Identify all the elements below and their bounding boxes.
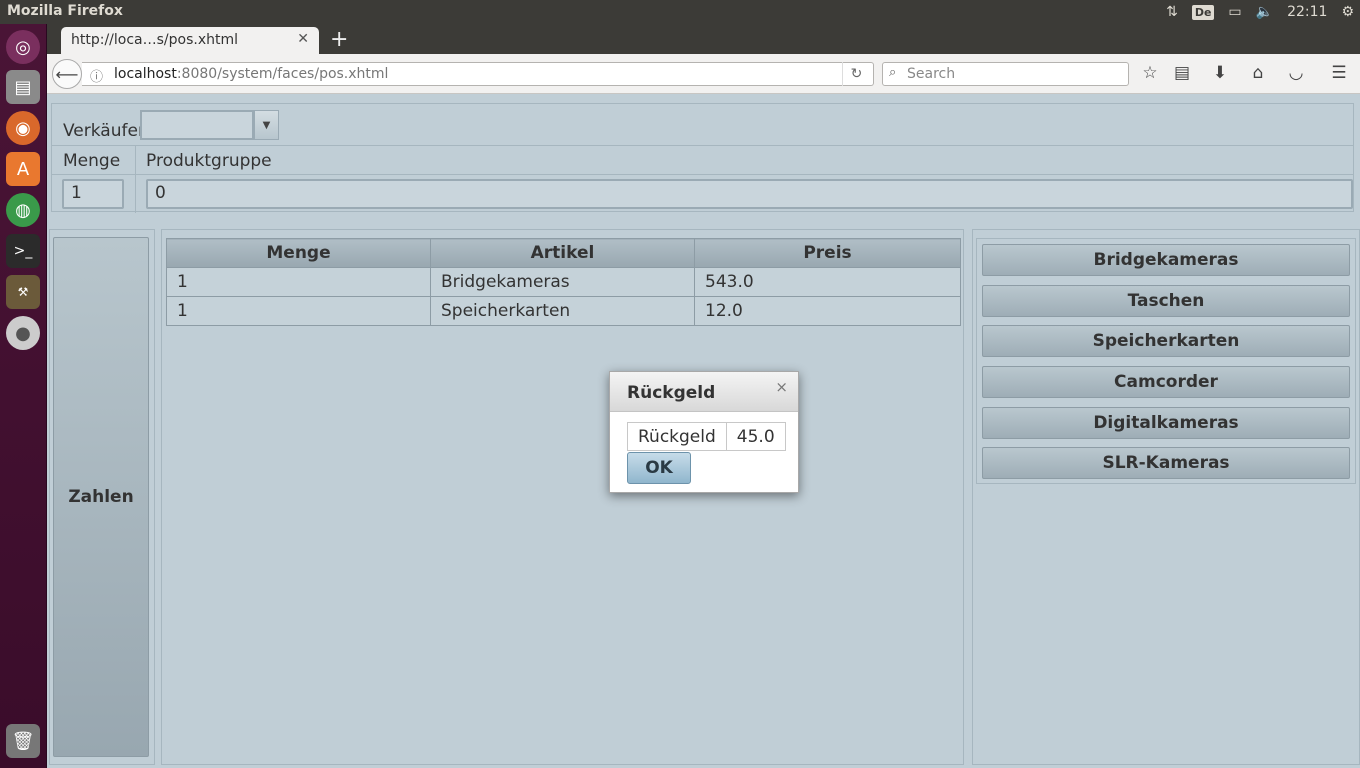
cart-panel: Menge Artikel Preis 1 Bridgekameras 543.…	[161, 229, 964, 765]
group-button-digitalkameras[interactable]: Digitalkameras	[982, 407, 1350, 439]
files-icon[interactable]: ▤	[6, 70, 40, 104]
column-header-article[interactable]: Artikel	[430, 238, 695, 268]
battery-icon[interactable]: ▭	[1228, 4, 1241, 20]
grid-divider	[52, 145, 1353, 146]
software-center-icon[interactable]: A	[6, 152, 40, 186]
chrome-icon[interactable]: ◍	[6, 193, 40, 227]
group-button-bridgekameras[interactable]: Bridgekameras	[982, 244, 1350, 276]
url-path: :8080/system/faces/pos.xhtml	[176, 66, 389, 82]
cell-article: Speicherkarten	[430, 296, 695, 326]
back-arrow-icon[interactable]: ⟵	[52, 59, 82, 89]
chevron-down-icon[interactable]: ▼	[254, 110, 279, 140]
browser-tab-strip: http://loca…s/pos.xhtml ✕ +	[47, 24, 1360, 54]
cell-quantity: 1	[166, 267, 431, 297]
table-row[interactable]: 1 Bridgekameras 543.0	[166, 267, 961, 297]
netbeans-icon[interactable]: ⚒	[6, 275, 40, 309]
search-placeholder: Search	[907, 66, 956, 82]
group-button-speicherkarten[interactable]: Speicherkarten	[982, 325, 1350, 357]
dialog-header[interactable]: Rückgeld ×	[610, 372, 798, 412]
system-top-panel: Mozilla Firefox ⇅ De ▭ 🔈 22:11 ⚙	[0, 0, 1360, 24]
tab-title: http://loca…s/pos.xhtml	[71, 32, 239, 48]
cart-table: Menge Artikel Preis 1 Bridgekameras 543.…	[166, 238, 961, 326]
group-button-camcorder[interactable]: Camcorder	[982, 366, 1350, 398]
url-bar[interactable]: ⓘ localhost:8080/system/faces/pos.xhtml	[82, 62, 874, 86]
change-label: Rückgeld	[627, 422, 727, 451]
seller-select-value[interactable]	[140, 110, 254, 140]
clock[interactable]: 22:11	[1287, 4, 1327, 20]
trash-icon[interactable]: 🗑	[6, 724, 40, 758]
column-header-price[interactable]: Preis	[694, 238, 961, 268]
pay-panel: Zahlen	[49, 229, 155, 765]
dvd-icon[interactable]: ●	[6, 316, 40, 350]
column-header-quantity[interactable]: Menge	[166, 238, 431, 268]
seller-select[interactable]: ▼	[140, 110, 280, 140]
product-group-label: Produktgruppe	[146, 151, 272, 171]
bookmark-star-icon[interactable]: ☆	[1139, 63, 1161, 83]
url-host: localhost	[114, 66, 177, 82]
group-button-slr-kameras[interactable]: SLR-Kameras	[982, 447, 1350, 479]
terminal-icon[interactable]: >_	[6, 234, 40, 268]
ok-button[interactable]: OK	[627, 452, 691, 484]
browser-tab[interactable]: http://loca…s/pos.xhtml ✕	[61, 27, 319, 54]
product-group-input[interactable]: 0	[146, 179, 1353, 209]
table-row[interactable]: 1 Speicherkarten 12.0	[166, 296, 961, 326]
change-row: Rückgeld 45.0	[627, 422, 786, 451]
cell-price: 543.0	[694, 267, 961, 297]
network-icon[interactable]: ⇅	[1166, 4, 1178, 20]
home-icon[interactable]: ⌂	[1247, 63, 1269, 83]
cart-header-row: Menge Artikel Preis	[166, 238, 961, 268]
grid-divider	[135, 145, 136, 213]
change-table: Rückgeld 45.0	[627, 422, 786, 451]
active-app-title: Mozilla Firefox	[7, 3, 123, 19]
order-form-grid: Verkäufer ▼ Menge Produktgruppe 1 0	[51, 103, 1354, 213]
keyboard-layout-indicator[interactable]: De	[1191, 4, 1215, 20]
pocket-icon[interactable]: ◡	[1285, 63, 1307, 83]
grid-divider	[52, 174, 1353, 175]
reading-list-icon[interactable]: ▤	[1171, 63, 1193, 83]
reload-icon[interactable]: ↻	[842, 62, 870, 86]
quantity-input[interactable]: 1	[62, 179, 124, 209]
quantity-label: Menge	[63, 151, 121, 171]
ubuntu-dash-icon[interactable]: ◎	[6, 30, 40, 64]
system-tray: ⇅ De ▭ 🔈 22:11 ⚙	[1166, 0, 1354, 24]
cell-quantity: 1	[166, 296, 431, 326]
search-input[interactable]: ⌕ Search	[882, 62, 1129, 86]
unity-launcher: ◎ ▤ ◉ A ◍ >_ ⚒ ● 🗑	[0, 24, 47, 768]
dialog-title: Rückgeld	[627, 383, 716, 403]
cell-price: 12.0	[694, 296, 961, 326]
new-tab-plus-icon[interactable]: +	[330, 27, 348, 52]
group-button-taschen[interactable]: Taschen	[982, 285, 1350, 317]
product-group-buttons: Bridgekameras Taschen Speicherkarten Cam…	[976, 238, 1356, 484]
firefox-icon[interactable]: ◉	[6, 111, 40, 145]
volume-icon[interactable]: 🔈	[1256, 4, 1273, 20]
site-info-icon[interactable]: ⓘ	[90, 66, 103, 85]
seller-label: Verkäufer	[63, 121, 145, 141]
close-icon[interactable]: ×	[775, 378, 788, 396]
product-group-panel: Bridgekameras Taschen Speicherkarten Cam…	[972, 229, 1360, 765]
pay-button[interactable]: Zahlen	[53, 237, 149, 757]
change-value: 45.0	[725, 422, 786, 451]
download-icon[interactable]: ⬇	[1209, 63, 1231, 83]
browser-nav-bar: ⟵ ⓘ localhost:8080/system/faces/pos.xhtm…	[47, 54, 1360, 94]
power-gear-icon[interactable]: ⚙	[1341, 4, 1354, 20]
tab-close-icon[interactable]: ✕	[297, 31, 309, 47]
change-dialog: Rückgeld × Rückgeld 45.0 OK	[609, 371, 799, 493]
menu-hamburger-icon[interactable]: ☰	[1328, 63, 1350, 83]
cell-article: Bridgekameras	[430, 267, 695, 297]
search-icon: ⌕	[889, 65, 897, 80]
